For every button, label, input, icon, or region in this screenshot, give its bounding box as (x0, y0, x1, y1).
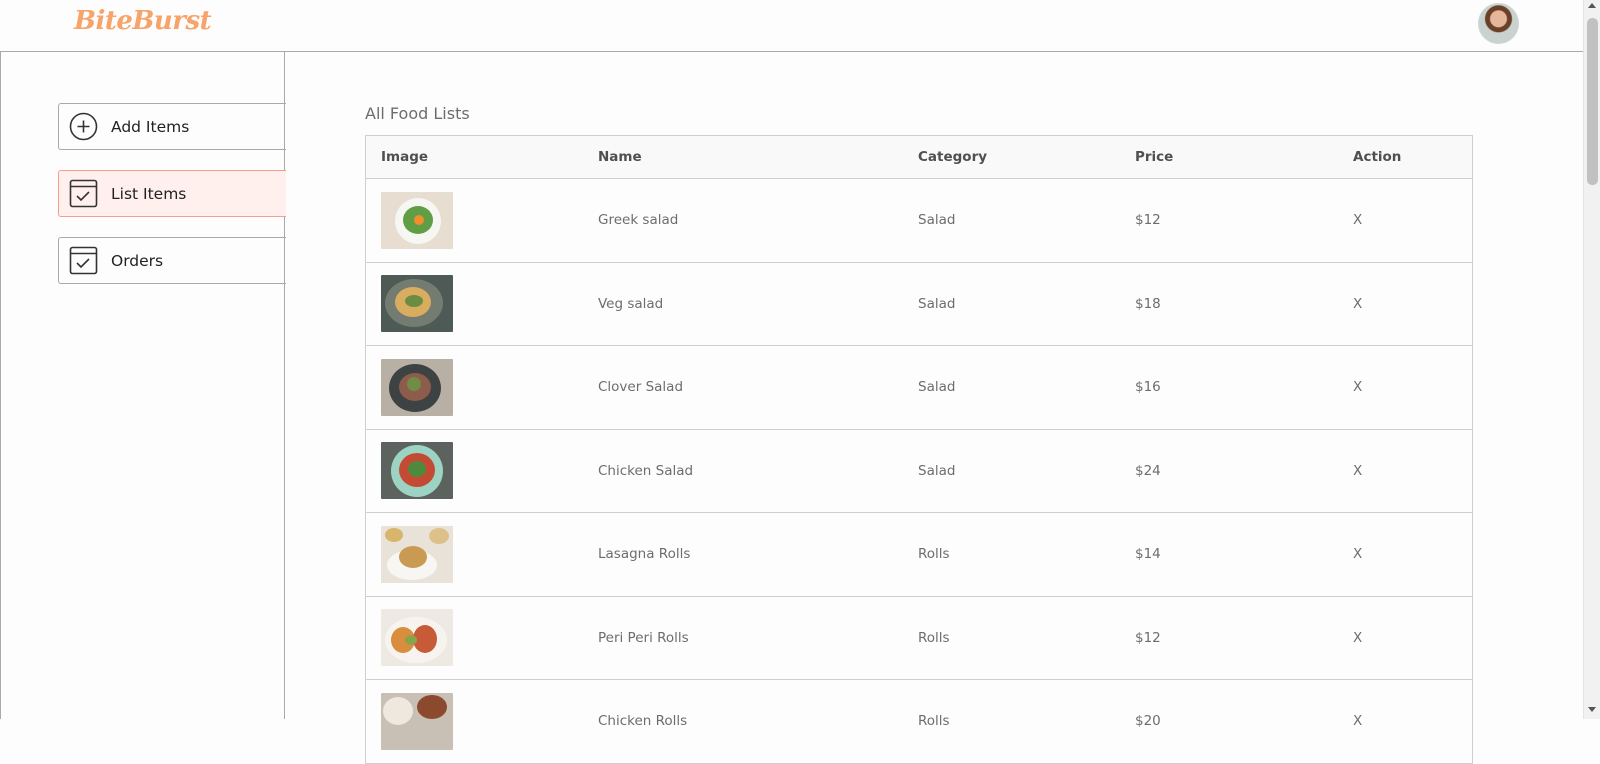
food-category: Rolls (918, 546, 950, 563)
food-category: Salad (918, 462, 956, 479)
top-navbar: BiteBurst (0, 0, 1583, 52)
food-price: $12 (1135, 212, 1161, 229)
food-price: $14 (1135, 546, 1161, 563)
header-image: Image (381, 149, 429, 165)
food-image (381, 525, 453, 583)
food-image (381, 191, 453, 249)
remove-item-button[interactable]: X (1353, 296, 1489, 312)
food-price: $12 (1135, 629, 1161, 646)
add-circle-icon (69, 112, 98, 141)
food-name: Lasagna Rolls (598, 546, 691, 563)
scroll-up-icon[interactable] (1588, 3, 1596, 8)
page-title: All Food Lists (365, 104, 470, 123)
food-image (381, 442, 453, 500)
sidebar-item-label: List Items (111, 184, 187, 203)
food-name: Chicken Salad (598, 462, 694, 479)
checklist-icon (69, 179, 98, 208)
table-row: Clover Salad Salad $16 X (366, 346, 1472, 430)
remove-item-button[interactable]: X (1353, 463, 1489, 479)
main-content: All Food Lists Image Name Category Price… (286, 52, 1583, 764)
food-category: Salad (918, 295, 956, 312)
profile-avatar[interactable] (1478, 3, 1519, 44)
sidebar-item-label: Orders (111, 251, 164, 270)
remove-item-button[interactable]: X (1353, 630, 1489, 646)
sidebar-item-orders[interactable]: Orders (58, 237, 286, 284)
remove-item-button[interactable]: X (1353, 713, 1489, 729)
scrollbar-thumb[interactable] (1587, 18, 1598, 185)
food-list-table: Image Name Category Price Action Greek s… (365, 135, 1473, 764)
sidebar-item-list-items[interactable]: List Items (58, 170, 286, 217)
vertical-scrollbar[interactable] (1583, 0, 1600, 719)
food-price: $18 (1135, 295, 1161, 312)
brand-logo[interactable]: BiteBurst (74, 6, 212, 36)
table-row: Chicken Rolls Rolls $20 X (366, 680, 1472, 764)
food-category: Salad (918, 212, 956, 229)
sidebar: Add Items List Items Orders (0, 52, 286, 719)
remove-item-button[interactable]: X (1353, 379, 1489, 395)
scroll-down-icon[interactable] (1588, 707, 1596, 712)
header-category: Category (918, 149, 988, 165)
food-price: $16 (1135, 379, 1161, 396)
food-category: Salad (918, 379, 956, 396)
food-image (381, 275, 453, 333)
food-name: Greek salad (598, 212, 679, 229)
food-category: Rolls (918, 629, 950, 646)
sidebar-item-label: Add Items (111, 117, 190, 136)
food-price: $20 (1135, 713, 1161, 730)
header-name: Name (598, 149, 642, 165)
header-price: Price (1135, 149, 1174, 165)
sidebar-item-add-items[interactable]: Add Items (58, 103, 286, 150)
food-name: Peri Peri Rolls (598, 629, 689, 646)
food-name: Veg salad (598, 295, 664, 312)
table-row: Peri Peri Rolls Rolls $12 X (366, 597, 1472, 680)
remove-item-button[interactable]: X (1353, 212, 1489, 228)
table-row: Lasagna Rolls Rolls $14 X (366, 513, 1472, 597)
food-price: $24 (1135, 462, 1161, 479)
checklist-icon (69, 246, 98, 275)
remove-item-button[interactable]: X (1353, 546, 1489, 562)
food-category: Rolls (918, 713, 950, 730)
table-row: Chicken Salad Salad $24 X (366, 430, 1472, 513)
food-image (381, 692, 453, 750)
table-row: Veg salad Salad $18 X (366, 263, 1472, 346)
food-name: Chicken Rolls (598, 713, 688, 730)
header-action: Action (1353, 149, 1402, 165)
food-name: Clover Salad (598, 379, 684, 396)
food-image (381, 609, 453, 667)
table-header: Image Name Category Price Action (366, 136, 1472, 179)
food-image (381, 358, 453, 416)
table-row: Greek salad Salad $12 X (366, 179, 1472, 263)
